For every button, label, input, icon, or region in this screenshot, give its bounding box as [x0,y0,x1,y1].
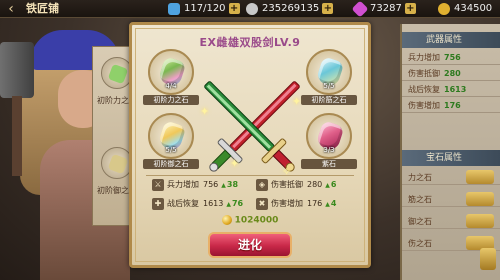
stat-damage-resist: ◈伤害抵御2806 [256,178,336,192]
sparkle-icon: ✦ [230,157,240,170]
sword-icon: ⚔ [152,178,164,191]
add-gem-button[interactable]: + [404,2,416,14]
stat-troops: ⚔兵力增加75638 [152,178,238,192]
attribute-row: 伤害增加 176 [402,98,500,113]
stat-damage-increase: ✖伤害增加1764 [256,197,336,211]
weapon-title: EX雌雄双股剑LV.9 [199,36,301,49]
evolve-button[interactable]: 进化 [208,232,292,258]
heal-icon: ✚ [152,197,164,210]
back-arrow-icon[interactable]: ‹ [2,0,20,18]
stamina-icon [168,3,180,15]
gold-counter: 434500 [436,1,492,17]
add-silver-button[interactable]: + [322,2,334,14]
sparkle-icon: ✧ [282,165,292,178]
gem-icon [351,0,369,18]
embed-button[interactable] [466,170,494,184]
gold-coin-icon [221,215,232,225]
damage-icon: ✖ [256,197,268,210]
attribute-row: 战后恢复 1613 [402,82,500,97]
attribute-panel: 武器属性 兵力增加 756 伤害抵御 280 战后恢复 1613 伤害增加 176 宝石… [400,24,500,280]
blacksmith-screen: 初阶力之石 初阶御之石 武器属性 兵力增加 756 伤害抵御 280 战后恢复 161… [0,0,500,280]
divider [146,175,354,176]
sparkle-icon: ✦ [200,105,210,118]
hammer-icon [0,42,34,98]
stat-recovery: ✚战后恢复161376 [152,197,243,211]
silver-coin-icon [246,3,258,15]
embed-button[interactable] [466,214,494,228]
sparkle-icon: ✦ [292,95,302,108]
gem-counter: 73287 + [351,0,416,18]
evolve-cost: 1024000 [132,215,368,226]
attribute-row: 兵力增加 756 [402,50,500,65]
section-header: 武器属性 [402,32,500,48]
attribute-row: 伤害抵御 280 [402,66,500,81]
silver-counter: 235269135 + [244,1,334,17]
stamina-counter: 117/120 + [166,1,240,17]
evolve-dialog: EX雌雄双股剑LV.9 4/4 初阶力之石 5/5 初阶筋之石 5/5 初阶御之… [129,22,371,268]
add-stamina-button[interactable]: + [228,2,240,14]
side-tab-button[interactable] [480,248,496,270]
gold-coin-icon [438,3,450,15]
top-bar: ‹ 铁匠铺 117/120 + 235269135 + 73287 + 434500 [0,0,500,18]
shield-icon: ◈ [256,178,268,191]
twin-swords-image [204,81,300,172]
section-header: 宝石属性 [402,150,500,166]
embed-button[interactable] [466,192,494,206]
page-title: 铁匠铺 [26,2,59,15]
